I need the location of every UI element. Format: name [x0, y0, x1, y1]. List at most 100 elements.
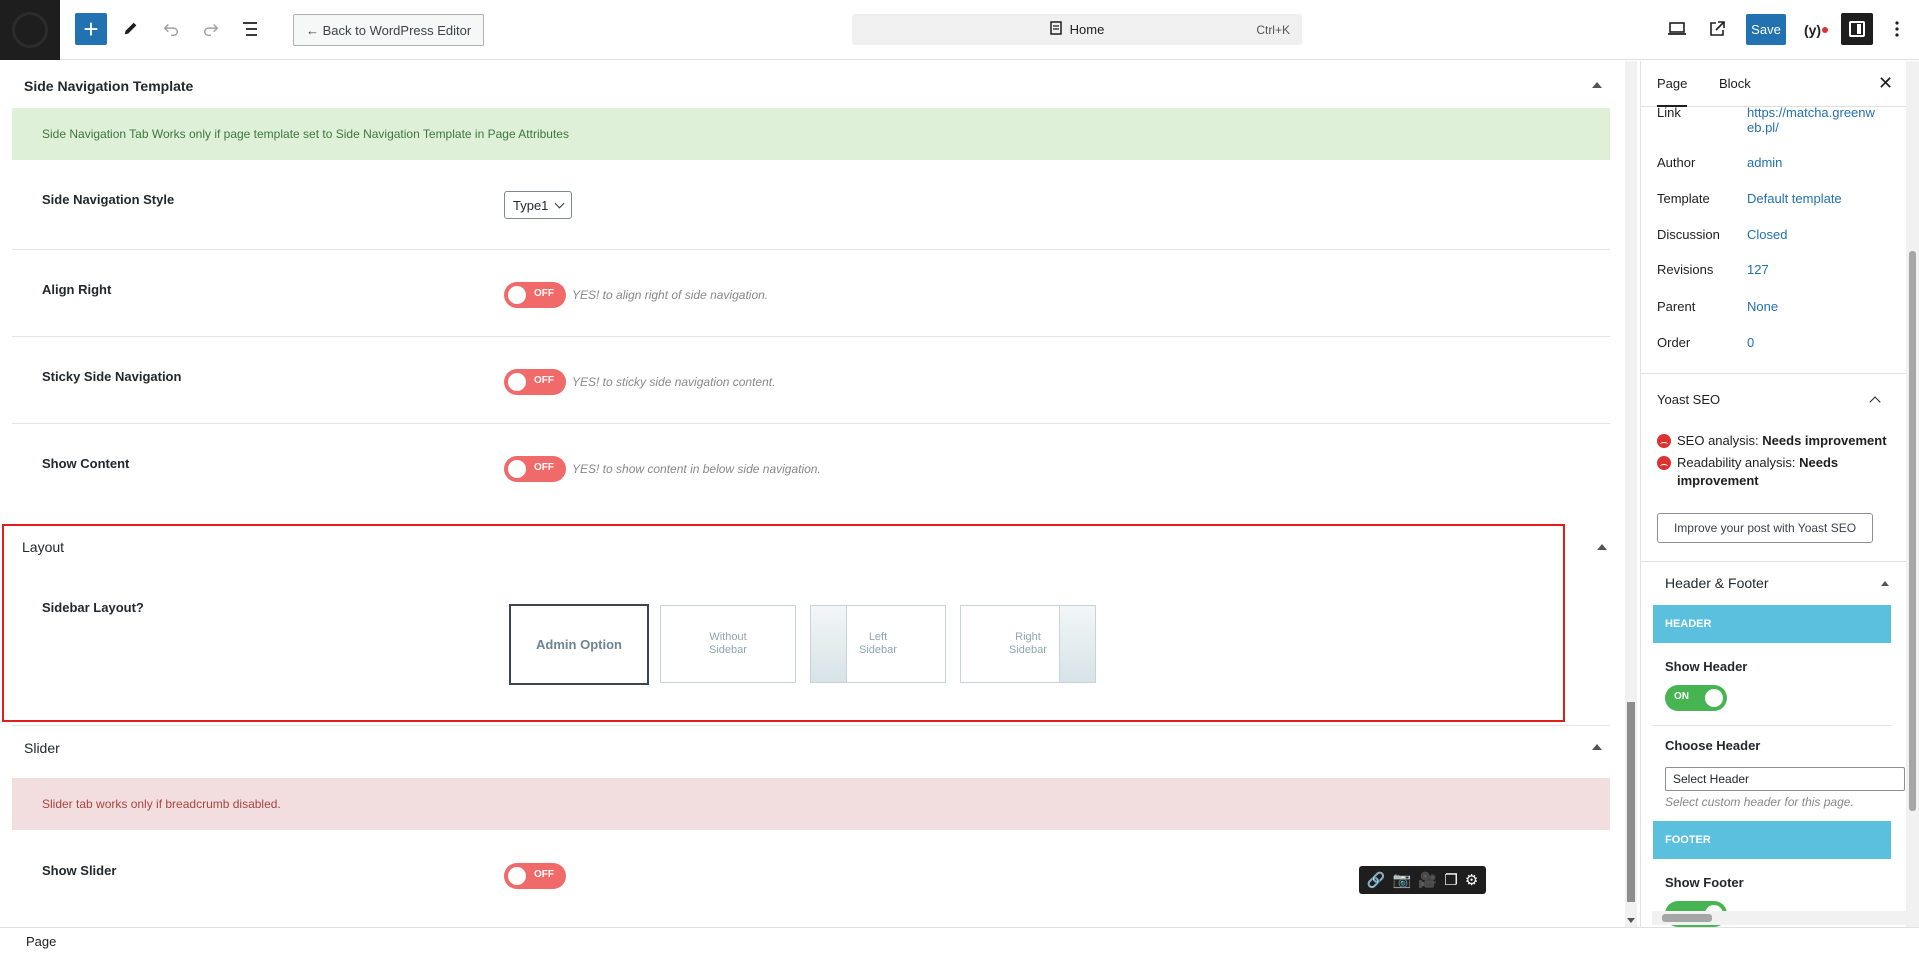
command-shortcut: Ctrl+K: [1256, 22, 1290, 37]
layout-option-left-sidebar[interactable]: Left Sidebar: [810, 605, 946, 683]
show-footer-label: Show Footer: [1665, 875, 1744, 890]
layout-option-without-sidebar[interactable]: Without Sidebar: [660, 605, 796, 683]
toggle-state: ON: [1674, 691, 1689, 702]
save-button[interactable]: Save: [1746, 14, 1786, 45]
yoast-panel-title[interactable]: Yoast SEO: [1657, 392, 1720, 407]
tools-pencil-icon[interactable]: [114, 12, 148, 46]
header-footer-panel-title[interactable]: Header & Footer: [1665, 575, 1769, 591]
revisions-value[interactable]: 127: [1747, 262, 1877, 277]
sticky-side-nav-toggle[interactable]: OFF: [504, 369, 566, 395]
toggle-state: OFF: [534, 288, 554, 299]
page-link[interactable]: https://matcha.greenweb.pl/: [1747, 105, 1877, 135]
meta-key: Parent: [1657, 299, 1696, 314]
improve-with-yoast-button[interactable]: Improve your post with Yoast SEO: [1657, 513, 1873, 543]
meta-key: Order: [1657, 335, 1691, 350]
collapse-caret-icon[interactable]: [1592, 82, 1602, 88]
main-scrollbar-thumb[interactable]: [1627, 702, 1635, 902]
sidebar-layout-label: Sidebar Layout?: [42, 600, 144, 615]
side-nav-title: Side Navigation Template: [24, 78, 194, 94]
document-overview-icon[interactable]: [234, 12, 268, 46]
option-row-align-right: Align Right OFF YES! to align right of s…: [12, 250, 1610, 337]
option-label: Show Slider: [42, 863, 117, 878]
sidebar-hscroll-thumb[interactable]: [1662, 914, 1712, 922]
link-icon[interactable]: 🔗: [1367, 871, 1386, 889]
side-nav-section-header[interactable]: Side Navigation Template: [12, 64, 1610, 108]
yoast-icon[interactable]: (y): [1800, 14, 1832, 46]
copy-icon[interactable]: ❐: [1444, 871, 1457, 889]
option-row-side-nav-style: Side Navigation Style Type1: [12, 160, 1610, 250]
tab-block[interactable]: Block: [1719, 76, 1751, 91]
layout-option-label: Without Sidebar: [709, 631, 747, 656]
preview-device-icon[interactable]: [1660, 12, 1694, 46]
redo-icon[interactable]: [194, 12, 228, 46]
view-page-external-icon[interactable]: [1700, 12, 1734, 46]
layout-option-label: Left Sidebar: [859, 631, 897, 656]
option-label: Show Content: [42, 456, 130, 471]
layout-option-right-sidebar[interactable]: Right Sidebar: [960, 605, 1096, 683]
side-nav-notice: Side Navigation Tab Works only if page t…: [12, 108, 1610, 160]
order-value[interactable]: 0: [1747, 335, 1877, 350]
back-to-editor-button[interactable]: ← Back to WordPress Editor: [293, 14, 485, 46]
show-slider-toggle[interactable]: OFF: [504, 863, 566, 889]
undo-icon[interactable]: [154, 12, 188, 46]
more-options-icon[interactable]: [1880, 12, 1914, 46]
toggle-state: OFF: [534, 869, 554, 880]
readability-analysis-status: Readability analysis: Needs improvement: [1657, 454, 1897, 490]
choose-header-hint: Select custom header for this page.: [1665, 795, 1854, 809]
divider: [1653, 725, 1891, 726]
settings-sidebar-icon[interactable]: [1841, 13, 1873, 45]
video-icon[interactable]: 🎥: [1418, 871, 1437, 889]
main-scrollbar[interactable]: [1625, 61, 1637, 927]
divider: [1641, 373, 1919, 374]
layout-section-title[interactable]: Layout: [22, 539, 64, 555]
slider-notice: Slider tab works only if breadcrumb disa…: [12, 778, 1610, 830]
close-icon[interactable]: ✕: [1878, 73, 1893, 94]
command-palette-bar[interactable]: Home Ctrl+K: [852, 14, 1302, 45]
page-icon: [1049, 21, 1062, 38]
show-header-toggle[interactable]: ON: [1665, 685, 1727, 711]
choose-header-select[interactable]: Select Header: [1665, 767, 1905, 791]
command-title: Home: [1069, 22, 1105, 37]
footer-band: FOOTER: [1653, 821, 1891, 859]
collapse-caret-icon[interactable]: [1592, 744, 1602, 750]
gear-icon[interactable]: ⚙: [1465, 871, 1478, 889]
option-label: Align Right: [42, 282, 112, 297]
camera-icon[interactable]: 📷: [1392, 871, 1411, 889]
site-logo-icon[interactable]: [0, 0, 60, 60]
collapse-caret-icon[interactable]: [1597, 544, 1607, 550]
side-nav-style-select[interactable]: Type1: [504, 191, 573, 219]
slider-title: Slider: [24, 739, 60, 756]
slider-section-header[interactable]: Slider: [12, 725, 1610, 769]
collapse-caret-icon[interactable]: [1881, 581, 1889, 586]
sidebar-scrollbar-thumb[interactable]: [1909, 251, 1916, 811]
select-value: Type1: [513, 197, 549, 213]
sidebar-horizontal-scrollbar[interactable]: [1652, 911, 1906, 925]
add-block-button[interactable]: +: [75, 13, 107, 45]
meta-key: Link: [1657, 105, 1681, 120]
toggle-state: OFF: [534, 462, 554, 473]
scroll-down-arrow-icon[interactable]: [1627, 918, 1635, 923]
meta-key: Author: [1657, 155, 1696, 170]
option-row-sticky-side-nav: Sticky Side Navigation OFF YES! to stick…: [12, 337, 1610, 424]
option-label: Sticky Side Navigation: [42, 369, 182, 384]
sidebar-tabs: Page Block ✕: [1641, 61, 1919, 107]
chevron-up-icon[interactable]: [1869, 396, 1881, 408]
tab-page[interactable]: Page: [1657, 76, 1688, 107]
discussion-value[interactable]: Closed: [1747, 227, 1877, 242]
author-value[interactable]: admin: [1747, 155, 1877, 170]
align-right-toggle[interactable]: OFF: [504, 282, 566, 308]
option-label: Side Navigation Style: [42, 192, 175, 207]
screen-capture-toolbar: 🔗 📷 🎥 ❐ ⚙: [1359, 866, 1486, 894]
layout-option-admin[interactable]: Admin Option: [509, 604, 649, 685]
option-row-show-content: Show Content OFF YES! to show content in…: [12, 424, 1610, 512]
breadcrumb[interactable]: Page: [26, 934, 56, 949]
seo-analysis-label: SEO analysis:: [1677, 433, 1759, 448]
layout-option-label: Right Sidebar: [1009, 631, 1047, 656]
choose-header-label: Choose Header: [1665, 738, 1761, 753]
template-value[interactable]: Default template: [1747, 191, 1877, 206]
parent-value[interactable]: None: [1747, 299, 1877, 314]
show-header-label: Show Header: [1665, 659, 1748, 674]
show-content-toggle[interactable]: OFF: [504, 456, 566, 482]
sidebar-scrollbar[interactable]: [1906, 61, 1919, 927]
sad-face-icon: [1657, 434, 1671, 448]
